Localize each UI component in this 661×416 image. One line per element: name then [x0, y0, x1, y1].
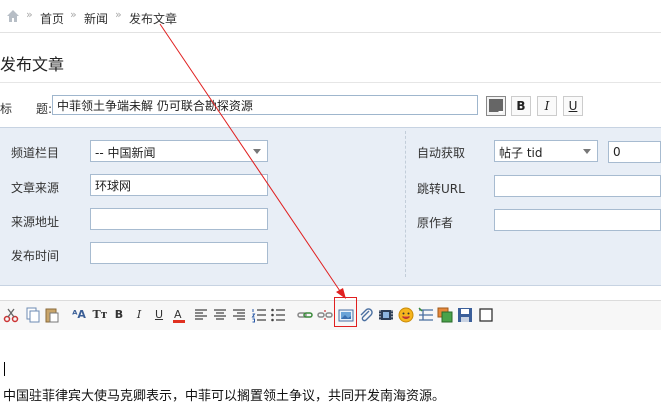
unlink-icon[interactable] [317, 307, 333, 323]
channel-label: 频道栏目 [11, 146, 60, 160]
chevron-down-icon [583, 149, 591, 154]
breadcrumb-separator: » [26, 8, 33, 21]
breadcrumb-home[interactable]: 首页 [40, 10, 64, 27]
insert-gallery-icon[interactable] [437, 307, 453, 323]
breadcrumb-news[interactable]: 新闻 [84, 10, 108, 27]
paste-icon[interactable] [44, 307, 60, 323]
chevron-down-icon [253, 149, 261, 154]
italic-icon[interactable]: I [131, 307, 147, 323]
breadcrumb-separator: » [70, 8, 77, 21]
align-left-icon[interactable] [193, 307, 209, 323]
auto-fetch-id-input[interactable] [608, 141, 661, 163]
source-url-label: 来源地址 [11, 215, 60, 229]
underline-icon[interactable]: U [151, 307, 167, 323]
copy-icon[interactable] [25, 307, 41, 323]
fullscreen-icon[interactable] [478, 307, 494, 323]
breadcrumb: » 首页 » 新闻 » 发布文章 [0, 0, 661, 33]
editor-toolbar: ᴬA Tт B I U A [0, 300, 661, 331]
insert-media-icon[interactable] [378, 307, 394, 323]
breadcrumb-separator: » [115, 8, 122, 21]
article-body-text: 中国驻菲律宾大使马克卿表示，中菲可以搁置领土争议，共同开发南海资源。 [3, 389, 446, 404]
source-input[interactable] [90, 174, 268, 196]
title-input[interactable] [52, 95, 478, 115]
attachment-icon[interactable] [358, 307, 374, 323]
underline-button[interactable]: U [563, 96, 583, 116]
original-author-input[interactable] [494, 209, 661, 231]
publish-time-input[interactable] [90, 242, 268, 264]
title-color-picker-button[interactable] [486, 96, 506, 116]
source-label: 文章来源 [11, 181, 60, 195]
breadcrumb-current: 发布文章 [129, 12, 178, 26]
ordered-list-icon[interactable] [251, 307, 267, 323]
redirect-url-label: 跳转URL [417, 182, 465, 196]
link-icon[interactable] [297, 307, 313, 323]
divider [0, 82, 661, 83]
channel-select-value: -- 中国新闻 [95, 146, 156, 160]
page-title: 发布文章 [0, 55, 65, 74]
panel-divider [405, 131, 406, 277]
publish-time-label: 发布时间 [11, 249, 60, 263]
cut-icon[interactable] [3, 307, 19, 323]
text-caret [4, 362, 5, 376]
unordered-list-icon[interactable] [270, 307, 286, 323]
save-icon[interactable] [457, 307, 473, 323]
bold-icon[interactable]: B [111, 307, 127, 323]
source-url-input[interactable] [90, 208, 268, 230]
redirect-url-input[interactable] [494, 175, 661, 197]
channel-select[interactable]: -- 中国新闻 [90, 140, 268, 162]
svg-text:A: A [174, 308, 182, 321]
italic-button[interactable]: I [537, 96, 557, 116]
annotation-highlight-box [334, 297, 357, 327]
align-center-icon[interactable] [212, 307, 228, 323]
auto-fetch-select-value: 帖子 tid [499, 146, 543, 160]
home-icon[interactable] [6, 9, 20, 23]
text-color-icon[interactable]: A [171, 307, 187, 323]
font-face-icon[interactable]: ᴬA [71, 307, 87, 323]
emoticon-icon[interactable] [398, 307, 414, 323]
insert-table-icon[interactable] [418, 307, 434, 323]
font-size-icon[interactable]: Tт [92, 307, 108, 323]
auto-fetch-label: 自动获取 [417, 146, 466, 160]
align-right-icon[interactable] [231, 307, 247, 323]
title-label: 标题: [0, 102, 53, 116]
auto-fetch-select[interactable]: 帖子 tid [494, 140, 598, 162]
bold-button[interactable]: B [511, 96, 531, 116]
original-author-label: 原作者 [417, 216, 454, 230]
chevron-down-icon [498, 111, 504, 114]
